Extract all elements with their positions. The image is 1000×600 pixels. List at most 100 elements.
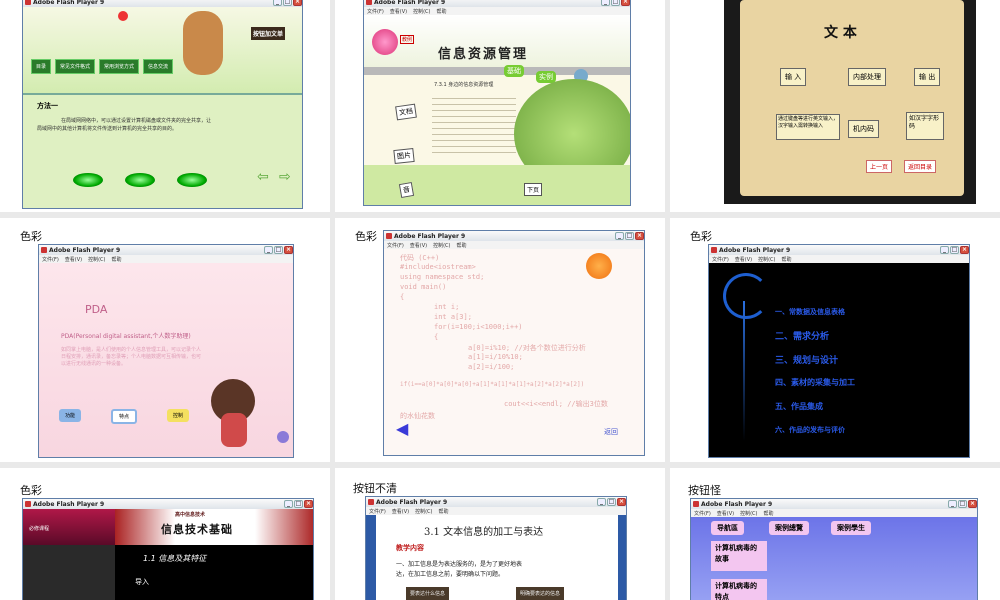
minimize-button[interactable]: _: [597, 498, 606, 506]
menu-item[interactable]: 帮助: [457, 242, 467, 249]
minimize-button[interactable]: _: [601, 0, 610, 6]
banner: [23, 7, 302, 93]
maximize-button[interactable]: □: [625, 232, 634, 240]
back-to-contents-button[interactable]: 返回目录: [904, 160, 937, 173]
close-button[interactable]: ×: [960, 246, 969, 254]
tab-button[interactable]: 信息交流: [143, 59, 174, 74]
menu-item[interactable]: 查看(V): [735, 256, 752, 263]
arrow-left-icon[interactable]: ⇦: [257, 169, 269, 185]
maximize-button[interactable]: □: [607, 498, 616, 506]
menu-item[interactable]: 控制(C): [740, 510, 757, 517]
menu-item[interactable]: 控制(C): [413, 8, 430, 15]
menu-entry[interactable]: 五、作品集成: [775, 401, 823, 412]
menu-entry[interactable]: 六、作品的发布与评价: [775, 425, 845, 435]
window-title: Adobe Flash Player 9: [719, 246, 791, 254]
minimize-button[interactable]: _: [264, 246, 273, 254]
menu-entry[interactable]: 一、常数据及信息表格: [775, 307, 845, 317]
title-strip: [364, 67, 630, 75]
topic-button[interactable]: 计算机病毒的故事: [711, 541, 767, 571]
content-button[interactable]: 明确要表达的信息: [516, 587, 565, 600]
menu-item[interactable]: 帮助: [439, 508, 449, 515]
menu-item[interactable]: 文件(F): [369, 508, 386, 515]
minimize-button[interactable]: _: [284, 500, 293, 508]
code-line: 代码 (C++): [400, 254, 440, 262]
menu-item[interactable]: 帮助: [764, 510, 774, 517]
control-button[interactable]: 控制: [167, 409, 190, 422]
menu-item[interactable]: 文件(F): [367, 8, 384, 15]
maximize-button[interactable]: □: [950, 246, 959, 254]
minimize-button[interactable]: _: [940, 246, 949, 254]
topic-button[interactable]: 计算机病毒的特点: [711, 579, 767, 600]
maximize-button[interactable]: □: [274, 246, 283, 254]
back-arrow-icon[interactable]: ◀: [396, 419, 408, 438]
nav-orb-icon[interactable]: [277, 431, 289, 443]
menu-item[interactable]: 文件(F): [42, 256, 59, 263]
tab-button[interactable]: 常用浏览方式: [99, 59, 140, 74]
close-button[interactable]: ×: [621, 0, 630, 6]
green-button[interactable]: [73, 173, 103, 187]
menu-item[interactable]: 控制(C): [433, 242, 450, 249]
close-button[interactable]: ×: [968, 500, 977, 508]
green-button[interactable]: [125, 173, 155, 187]
close-button[interactable]: ×: [304, 500, 313, 508]
close-button[interactable]: ×: [284, 246, 293, 254]
minimize-button[interactable]: _: [273, 0, 282, 6]
tab-basics[interactable]: 基础: [504, 65, 524, 77]
code-line: a[2]=i/100;: [468, 363, 515, 371]
menu-item[interactable]: 帮助: [782, 256, 792, 263]
card-images[interactable]: 图片: [393, 147, 415, 165]
tab-button[interactable]: 目录: [31, 59, 52, 74]
menu-item[interactable]: 控制(C): [415, 508, 432, 515]
menu-bar: 文件(F) 查看(V) 控制(C) 帮助: [39, 255, 293, 263]
menu-item[interactable]: 控制(C): [88, 256, 105, 263]
menu-item[interactable]: 文件(F): [712, 256, 729, 263]
prev-page-button[interactable]: 上一页: [866, 160, 893, 173]
close-button[interactable]: ×: [617, 498, 626, 506]
menu-item[interactable]: 帮助: [112, 256, 122, 263]
code-line: using namespace std;: [400, 273, 485, 281]
card-documents[interactable]: 文档: [395, 103, 417, 121]
maximize-button[interactable]: □: [611, 0, 620, 6]
title-bar: Adobe Flash Player 9 _ □ ×: [691, 499, 977, 509]
menu-item[interactable]: 帮助: [437, 8, 447, 15]
menu-item[interactable]: 查看(V): [390, 8, 407, 15]
nav-tab[interactable]: 导航區: [711, 521, 744, 535]
maximize-button[interactable]: □: [958, 500, 967, 508]
body-line: 一、加工信息是为表达服务的，是为了更好地表: [396, 561, 523, 568]
menu-item[interactable]: 文件(F): [387, 242, 404, 249]
card-audio[interactable]: 音: [398, 181, 415, 199]
code-line: if(i==a[0]*a[0]*a[0]+a[1]*a[1]*a[1]+a[2]…: [400, 381, 585, 388]
maximize-button[interactable]: □: [294, 500, 303, 508]
nav-tab[interactable]: 案例總覽: [769, 521, 809, 535]
feature-button[interactable]: 特点: [111, 409, 138, 424]
menu-item[interactable]: 文件(F): [694, 510, 711, 517]
maximize-button[interactable]: □: [283, 0, 292, 6]
slide: 必修课程 高中信息技术 信息技术基础 1.1 信息及其特征 导入: [23, 509, 313, 600]
next-page-card[interactable]: 下页: [524, 183, 543, 196]
menu-item[interactable]: 控制(C): [758, 256, 775, 263]
menu-entry[interactable]: 四、素材的采集与加工: [775, 377, 855, 388]
menu-entry[interactable]: 二、需求分析: [775, 329, 829, 342]
function-button[interactable]: 功能: [59, 409, 82, 422]
menu-item[interactable]: 查看(V): [392, 508, 409, 515]
close-button[interactable]: ×: [635, 232, 644, 240]
return-button[interactable]: 返回: [604, 427, 618, 437]
code-line: {: [400, 293, 405, 301]
green-button[interactable]: [177, 173, 207, 187]
menu-item[interactable]: 查看(V): [65, 256, 82, 263]
arrow-right-icon[interactable]: ⇨: [279, 169, 291, 185]
menu-item[interactable]: 查看(V): [717, 510, 734, 517]
menu-entry[interactable]: 三、规划与设计: [775, 353, 838, 366]
close-button[interactable]: ×: [293, 0, 302, 6]
minimize-button[interactable]: _: [615, 232, 624, 240]
minimize-button[interactable]: _: [948, 500, 957, 508]
menu-item[interactable]: 查看(V): [410, 242, 427, 249]
body-line: 达，在加工信息之前，要明确以下问题。: [396, 571, 505, 578]
thumbnail-9: 按钮怪 Adobe Flash Player 9 _ □ × 文件(F) 查看(V) 控制…: [670, 468, 1000, 600]
thumbnail-8: 按钮不清 Adobe Flash Player 9 _ □ × 文件(F) 查看(V) 控…: [335, 468, 665, 600]
tab-button[interactable]: 常见文件格式: [55, 59, 96, 74]
content-button[interactable]: 要表达什么信息: [406, 587, 450, 600]
doll-body: [221, 413, 247, 447]
left-label: 必修课程: [29, 526, 50, 532]
nav-tab[interactable]: 案例學生: [831, 521, 871, 535]
